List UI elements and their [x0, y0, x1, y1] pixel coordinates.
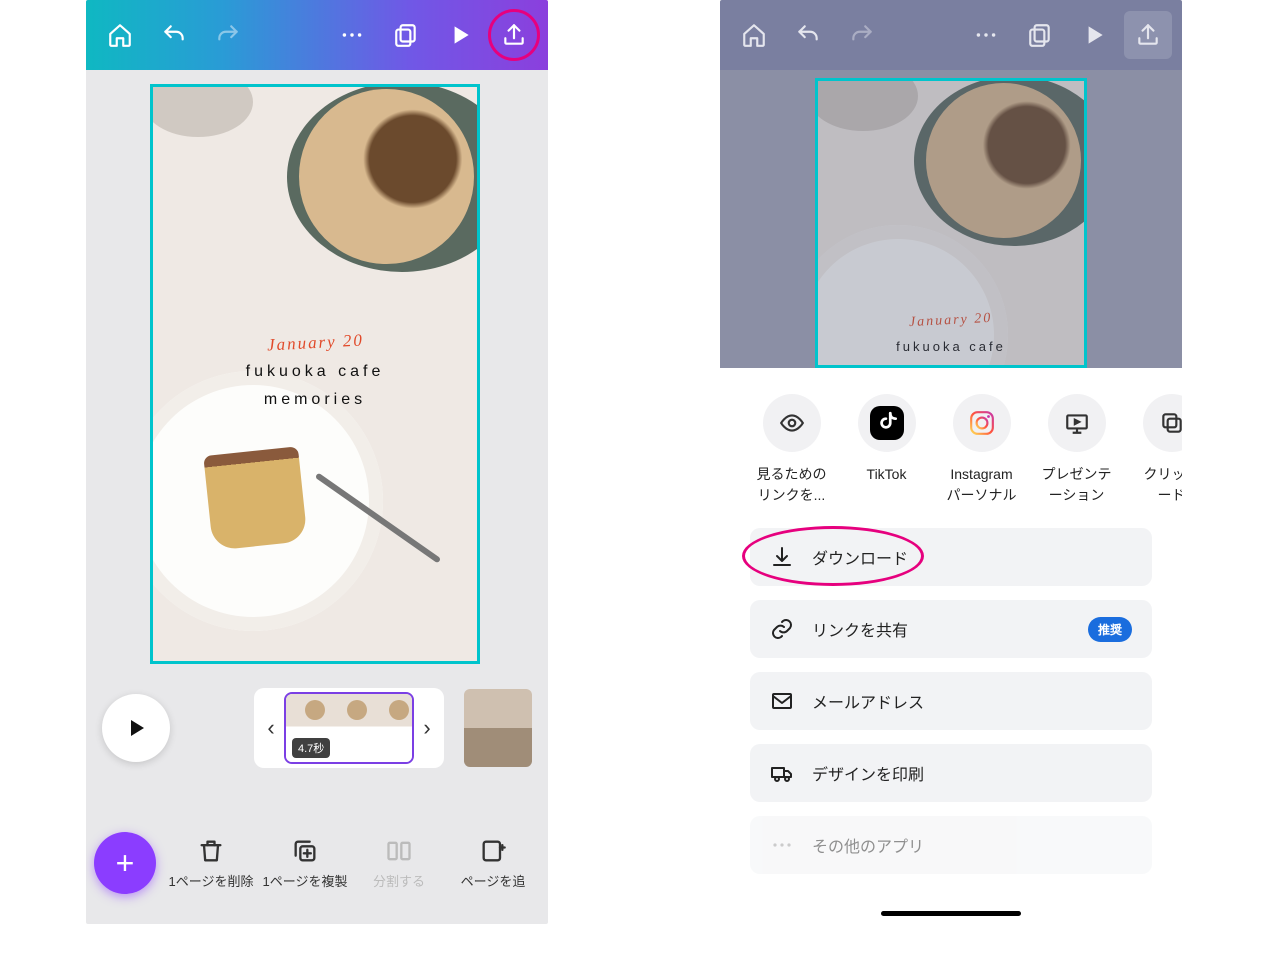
share-viewlink[interactable]: 見るためのリンクを...: [744, 394, 839, 506]
link-icon: [770, 617, 794, 641]
eye-icon: [763, 394, 821, 452]
canvas-date-text[interactable]: January 20: [266, 330, 364, 355]
option-other-apps[interactable]: その他のアプリ: [750, 816, 1152, 874]
share-instagram[interactable]: Instagramパーソナル: [934, 394, 1029, 506]
home-button[interactable]: [96, 11, 144, 59]
highlight-oval-icon: [742, 526, 924, 586]
chevron-right-icon[interactable]: ›: [414, 715, 440, 741]
share-sheet: 見るためのリンクを... TikTok Instagramパーソナル プレゼンテ…: [720, 368, 1182, 924]
timeline: ‹ 4.7秒 ›: [86, 664, 548, 768]
mail-icon: [770, 689, 794, 713]
redo-button[interactable]: [204, 11, 252, 59]
undo-button[interactable]: [150, 11, 198, 59]
highlight-ring-icon: [488, 9, 540, 61]
recommended-badge: 推奨: [1088, 617, 1132, 642]
share-presentation[interactable]: プレゼンテーション: [1029, 394, 1124, 506]
delete-page-button[interactable]: 1ページを削除: [166, 837, 256, 890]
next-clip-thumbnail[interactable]: [464, 689, 532, 767]
instagram-icon: [953, 394, 1011, 452]
truck-icon: [770, 761, 794, 785]
timeline-play-button[interactable]: [102, 694, 170, 762]
editor-screen: January 20 fukuoka cafe memories ‹ 4.7秒 …: [86, 0, 548, 924]
clip-thumbnails[interactable]: 4.7秒: [284, 692, 414, 764]
chevron-left-icon[interactable]: ‹: [258, 715, 284, 741]
home-indicator[interactable]: [881, 911, 1021, 916]
timeline-strip[interactable]: ‹ 4.7秒 ›: [254, 688, 444, 768]
design-canvas-preview: January 20 fukuoka cafe: [815, 78, 1087, 368]
more-button[interactable]: [328, 11, 376, 59]
pages-button[interactable]: [1016, 11, 1064, 59]
bottom-action-bar: + 1ページを削除 1ページを複製 分割する ページを追: [86, 814, 548, 924]
option-email[interactable]: メールアドレス: [750, 672, 1152, 730]
top-toolbar-dimmed: [720, 0, 1182, 70]
share-tiktok[interactable]: TikTok: [839, 394, 934, 506]
undo-button[interactable]: [784, 11, 832, 59]
share-screen: January 20 fukuoka cafe 見るためのリンクを... Tik…: [720, 0, 1182, 924]
option-download[interactable]: ダウンロード: [750, 528, 1152, 586]
redo-button[interactable]: [838, 11, 886, 59]
pages-button[interactable]: [382, 11, 430, 59]
tiktok-icon: [858, 394, 916, 452]
design-canvas[interactable]: January 20 fukuoka cafe memories: [150, 84, 480, 664]
more-button[interactable]: [962, 11, 1010, 59]
play-button[interactable]: [1070, 11, 1118, 59]
export-button[interactable]: [490, 11, 538, 59]
option-share-link[interactable]: リンクを共有 推奨: [750, 600, 1152, 658]
more-icon: [770, 833, 794, 857]
duration-badge: 4.7秒: [292, 738, 330, 758]
top-toolbar: [86, 0, 548, 70]
canvas-line1[interactable]: fukuoka cafe: [153, 363, 477, 381]
home-button[interactable]: [730, 11, 778, 59]
share-targets-row[interactable]: 見るためのリンクを... TikTok Instagramパーソナル プレゼンテ…: [720, 394, 1182, 506]
split-button: 分割する: [354, 837, 444, 890]
add-page-button[interactable]: ページを追: [448, 837, 538, 890]
canvas-line2[interactable]: memories: [153, 391, 477, 409]
presentation-icon: [1048, 394, 1106, 452]
option-print[interactable]: デザインを印刷: [750, 744, 1152, 802]
clipboard-icon: [1143, 394, 1183, 452]
export-button-active[interactable]: [1124, 11, 1172, 59]
add-page-fab[interactable]: +: [94, 832, 156, 894]
duplicate-page-button[interactable]: 1ページを複製: [260, 837, 350, 890]
play-button[interactable]: [436, 11, 484, 59]
share-clipboard[interactable]: クリップード: [1124, 394, 1182, 506]
